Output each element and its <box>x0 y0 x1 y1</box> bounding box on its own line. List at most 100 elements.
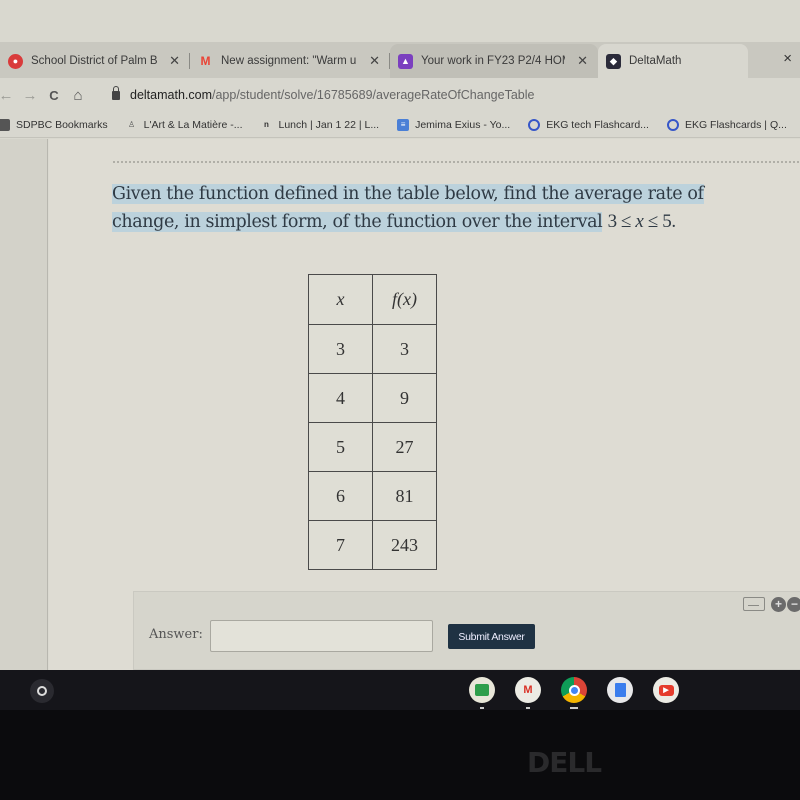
close-tab-icon[interactable]: ✕ <box>577 53 588 69</box>
problem-panel: Given the function defined in the table … <box>49 139 800 670</box>
bookmark-label: SDPBC Bookmarks <box>16 118 108 131</box>
cell-fx: 27 <box>372 422 437 472</box>
quizlet-icon <box>528 118 541 131</box>
laptop-bezel <box>0 710 800 800</box>
function-table: x f(x) 3 3 4 9 5 27 6 81 7 243 <box>308 274 437 570</box>
interval-low: 3 <box>607 211 618 232</box>
bookmark-lunch[interactable]: n Lunch | Jan 1 22 | L... <box>260 119 379 131</box>
shelf-app-gmail[interactable]: M <box>515 677 541 709</box>
bookmark-label: EKG tech Flashcard... <box>546 118 649 131</box>
bookmarks-bar: SDPBC Bookmarks ♙ L'Art & La Matière -..… <box>0 112 800 138</box>
lock-icon <box>112 85 120 100</box>
reload-button[interactable]: C <box>42 88 66 103</box>
tab-title: New assignment: "Warm up # <box>221 55 357 67</box>
table-row: 4 9 <box>308 373 437 423</box>
deltamath-icon: ◆ <box>606 53 621 69</box>
shelf-app-youtube[interactable]: ▶ <box>653 677 679 703</box>
interval-period: . <box>671 211 676 232</box>
url-path: /app/student/solve/16785689/averageRateO… <box>211 88 535 102</box>
tab-school-district[interactable]: ● School District of Palm Beach ✕ <box>0 44 190 78</box>
classroom-icon: ▲ <box>398 53 413 69</box>
table-row: 5 27 <box>308 422 437 472</box>
browser-toolbar: ← → C ⌂ deltamath.com/app/student/solve/… <box>0 78 800 112</box>
interval-op: ≤ <box>647 211 658 232</box>
back-button[interactable]: ← <box>0 87 18 104</box>
cell-x: 4 <box>308 373 373 423</box>
youtube-icon: ▶ <box>658 684 674 696</box>
zoom-out-button[interactable]: − <box>787 597 800 612</box>
running-indicator <box>570 707 578 709</box>
table-row: 3 3 <box>308 324 437 374</box>
interval-variable: x <box>635 211 644 232</box>
google-docs-icon: ≡ <box>397 118 410 131</box>
bookmark-label: L'Art & La Matière -... <box>143 118 243 131</box>
problem-statement: Given the function defined in the table … <box>112 181 772 236</box>
cell-fx: 9 <box>372 373 437 423</box>
header-fx: f(x) <box>372 274 437 325</box>
answer-label: Answer: <box>149 627 203 642</box>
tab-gmail-assignment[interactable]: M New assignment: "Warm up # ✕ <box>190 44 390 78</box>
cell-fx: 3 <box>372 324 437 374</box>
bookmark-jemima[interactable]: ≡ Jemima Exius - Yo... <box>397 118 511 131</box>
shelf-app-docs[interactable] <box>607 677 633 703</box>
tab-title: Your work in FY23 P2/4 HOME <box>421 55 566 67</box>
home-button[interactable]: ⌂ <box>66 87 90 104</box>
bookmark-sdpbc[interactable]: SDPBC Bookmarks <box>0 118 108 131</box>
divider <box>113 161 800 163</box>
zoom-in-button[interactable]: + <box>771 597 786 612</box>
interval-high: 5 <box>662 211 672 232</box>
gmail-icon: M <box>523 684 533 696</box>
tab-strip: ● School District of Palm Beach ✕ M New … <box>0 42 800 78</box>
bookmark-lart[interactable]: ♙ L'Art & La Matière -... <box>126 118 243 131</box>
tab-deltamath[interactable]: ◆ DeltaMath <box>598 44 748 78</box>
quizlet-icon <box>666 118 679 131</box>
bookmark-label: EKG Flashcards | Q... <box>684 118 787 131</box>
submit-answer-button[interactable]: Submit Answer <box>448 624 535 649</box>
bookmark-ekg-flashcards[interactable]: EKG Flashcards | Q... <box>666 118 787 131</box>
shelf-app-classroom[interactable] <box>469 677 495 709</box>
bookmark-page-icon: ♙ <box>128 120 136 129</box>
bookmark-label: Jemima Exius - Yo... <box>415 118 511 131</box>
chrome-icon <box>568 684 580 696</box>
running-indicator <box>526 707 530 709</box>
cell-x: 6 <box>308 471 373 521</box>
dell-logo: DELL <box>527 746 602 779</box>
cell-fx: 81 <box>372 471 437 521</box>
answer-panel: + − Answer: Submit Answer <box>133 591 800 670</box>
launcher-button[interactable] <box>30 679 54 703</box>
forward-button[interactable]: → <box>18 87 42 104</box>
bookmark-label: Lunch | Jan 1 22 | L... <box>278 118 380 131</box>
shelf-app-chrome[interactable] <box>561 677 587 709</box>
cell-fx: 243 <box>372 520 437 570</box>
keyboard-icon[interactable] <box>743 597 765 611</box>
close-tab-icon[interactable]: ✕ <box>169 53 180 69</box>
cell-x: 5 <box>308 422 373 472</box>
page-content: Given the function defined in the table … <box>0 139 800 670</box>
chromebook-screen: ● School District of Palm Beach ✕ M New … <box>0 0 800 710</box>
address-bar[interactable]: deltamath.com/app/student/solve/16785689… <box>112 85 535 102</box>
tab-classroom-work[interactable]: ▲ Your work in FY23 P2/4 HOME ✕ <box>390 44 598 78</box>
tab-title: DeltaMath <box>629 55 682 67</box>
bookmark-ekg-tech[interactable]: EKG tech Flashcard... <box>528 118 649 131</box>
running-indicator <box>480 707 484 709</box>
gmail-icon: M <box>200 54 211 68</box>
table-header-row: x f(x) <box>308 274 437 325</box>
answer-input[interactable] <box>210 620 433 652</box>
table-row: 7 243 <box>308 520 437 570</box>
header-x: x <box>308 274 373 325</box>
launcher-icon <box>37 686 47 696</box>
table-row: 6 81 <box>308 471 437 521</box>
left-sidebar <box>0 139 48 670</box>
close-tab-icon[interactable]: ✕ <box>369 53 380 69</box>
interval-op: ≤ <box>621 211 632 232</box>
cell-x: 7 <box>308 520 373 570</box>
classroom-icon <box>475 684 489 696</box>
palm-beach-icon: ● <box>8 53 23 69</box>
tab-title: School District of Palm Beach <box>31 55 158 67</box>
chromeos-shelf: M ▶ <box>0 670 800 710</box>
cell-x: 3 <box>308 324 373 374</box>
window-close-icon[interactable]: × <box>783 50 792 67</box>
google-docs-icon <box>614 683 626 697</box>
url-host: deltamath.com <box>130 88 212 102</box>
interval-expression: 3 ≤ x ≤ 5. <box>607 211 677 232</box>
